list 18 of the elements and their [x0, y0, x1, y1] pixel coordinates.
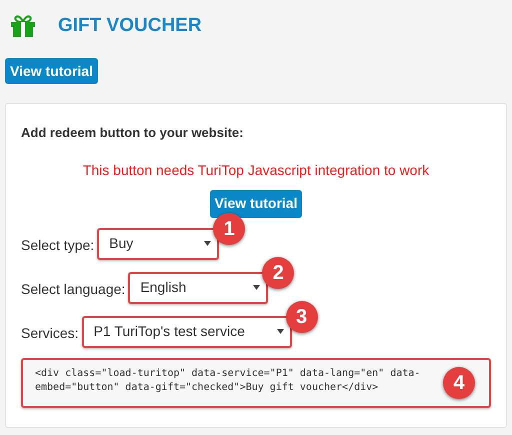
view-tutorial-button[interactable]: View tutorial — [210, 190, 302, 218]
warning-text: This button needs TuriTop Javascript integration to work — [82, 160, 430, 180]
dropdown[interactable]: P1 TuriTop's test service — [82, 316, 292, 348]
select-label: Services: — [21, 324, 79, 342]
dropdown[interactable]: Buy — [97, 228, 220, 260]
code-snippet: <div class="load-turitop" data-service="P1" data-lang="en" data-embed="button" data-gift="checked">Buy gift voucher</div> — [35, 366, 422, 394]
card-heading: Add redeem button to your website: — [21, 124, 244, 142]
number-badge: 3 — [286, 300, 318, 332]
caret-icon — [253, 285, 260, 290]
gift-icon — [10, 15, 36, 37]
number-badge: 2 — [262, 256, 294, 288]
select-label: Select type: — [21, 236, 94, 255]
caret-icon — [204, 241, 212, 246]
select-label: Select language: — [21, 280, 126, 299]
caret-icon — [276, 329, 284, 334]
dropdown[interactable]: English — [128, 272, 268, 304]
page-title: GIFT VOUCHER — [58, 14, 202, 38]
view-tutorial-button[interactable]: View tutorial — [5, 58, 98, 84]
